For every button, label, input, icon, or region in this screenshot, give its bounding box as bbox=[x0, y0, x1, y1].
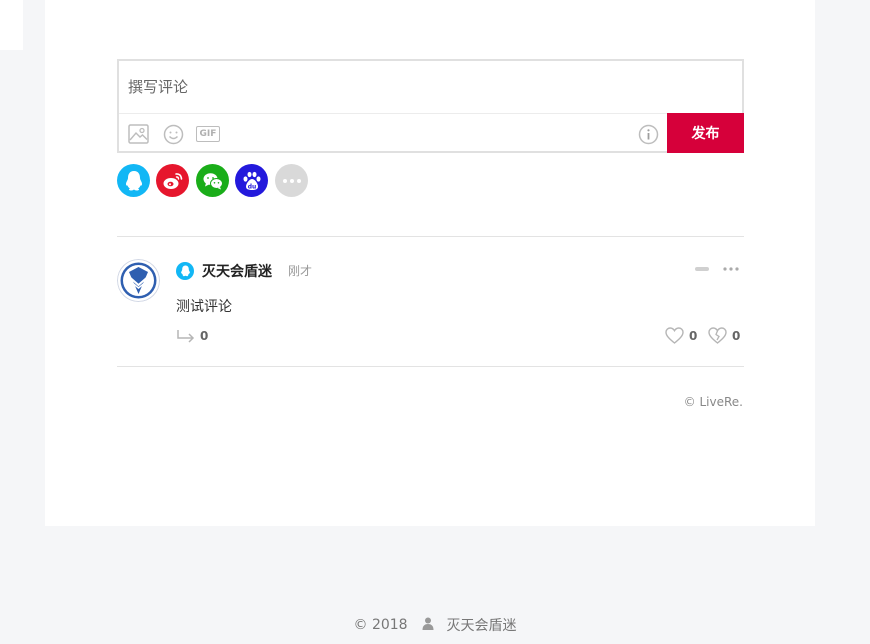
dislike-icon[interactable] bbox=[708, 327, 727, 348]
editor-toolbar: GIF 发布 bbox=[119, 113, 744, 153]
comment-card: GIF 发布 du 灭天会盾迷 bbox=[45, 0, 815, 526]
more-options-icon[interactable] bbox=[723, 264, 739, 274]
emoji-icon[interactable] bbox=[162, 123, 184, 145]
collapse-icon[interactable] bbox=[695, 267, 709, 271]
divider-top bbox=[117, 236, 744, 237]
divider-bottom bbox=[117, 366, 744, 367]
image-icon[interactable] bbox=[127, 123, 149, 145]
comment-editor: GIF 发布 bbox=[117, 59, 744, 153]
wechat-icon[interactable] bbox=[196, 164, 229, 197]
submit-button[interactable]: 发布 bbox=[667, 113, 744, 153]
weibo-icon[interactable] bbox=[156, 164, 189, 197]
more-icon[interactable] bbox=[275, 164, 308, 197]
user-icon bbox=[422, 617, 434, 634]
livere-credit[interactable]: © LiveRe. bbox=[684, 395, 743, 409]
qq-icon[interactable] bbox=[117, 164, 150, 197]
site-footer: © 2018 灭天会盾迷 bbox=[0, 615, 870, 635]
svg-text:du: du bbox=[247, 183, 256, 190]
dislike-count: 0 bbox=[732, 329, 741, 343]
copyright: © 2018 bbox=[353, 617, 408, 633]
qq-icon bbox=[176, 262, 194, 280]
reply-icon[interactable] bbox=[176, 328, 196, 347]
like-icon[interactable] bbox=[665, 327, 684, 348]
avatar[interactable] bbox=[117, 259, 160, 302]
comment-text: 测试评论 bbox=[176, 299, 232, 315]
gif-icon[interactable]: GIF bbox=[195, 123, 221, 145]
comment-author[interactable]: 灭天会盾迷 bbox=[202, 261, 272, 281]
comment-time: 刚才 bbox=[288, 264, 313, 278]
side-panel-edge bbox=[0, 0, 23, 50]
footer-author[interactable]: 灭天会盾迷 bbox=[447, 618, 517, 634]
reply-count: 0 bbox=[200, 329, 209, 343]
baidu-icon[interactable]: du bbox=[235, 164, 268, 197]
info-icon[interactable] bbox=[637, 123, 659, 145]
like-count: 0 bbox=[689, 329, 698, 343]
comment-input[interactable] bbox=[119, 61, 742, 113]
